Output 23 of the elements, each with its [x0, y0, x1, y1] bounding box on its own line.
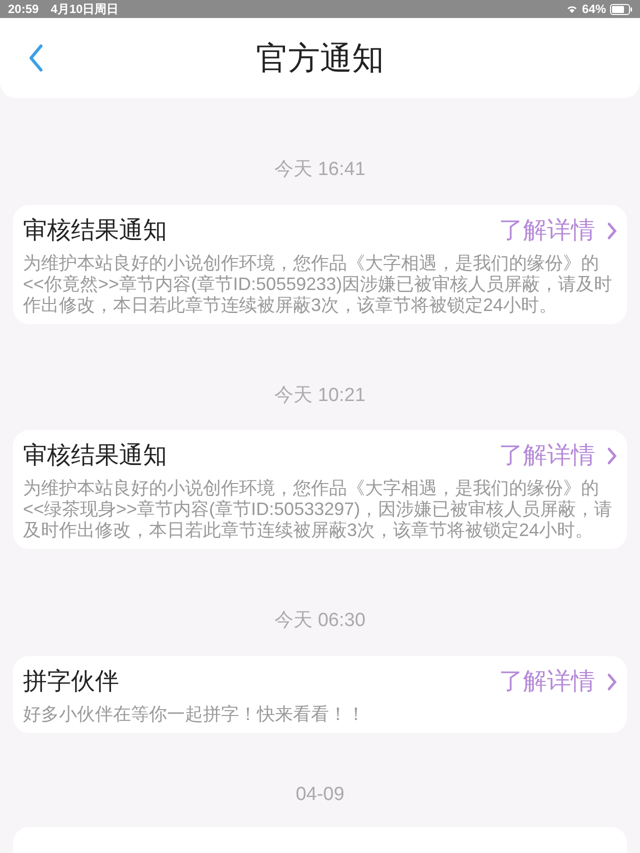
- notice-title: 审核结果通知: [23, 216, 167, 246]
- notice-title: 审核结果通知: [23, 441, 167, 471]
- notice-title: 拼字伙伴: [23, 666, 119, 696]
- details-link[interactable]: 了解详情: [499, 212, 617, 248]
- wifi-icon: [566, 4, 578, 14]
- back-icon: [28, 44, 44, 72]
- details-link[interactable]: 了解详情: [499, 438, 617, 474]
- details-link[interactable]: 了解详情: [499, 664, 617, 700]
- battery-icon: [610, 4, 632, 14]
- timestamp: 今天 10:21: [274, 384, 366, 408]
- status-time: 20:59: [8, 1, 39, 18]
- status-date: 4月10日周日: [50, 1, 119, 18]
- chevron-icon: [607, 447, 617, 465]
- chevron-icon: [607, 672, 617, 690]
- page-title: 官方通知: [256, 39, 384, 78]
- timestamp: 今天 06:30: [274, 609, 366, 633]
- chevron-icon: [607, 222, 617, 240]
- battery-level: 64%: [582, 1, 606, 18]
- notice-body: 为维护本站良好的小说创作环境，您作品《大字相遇，是我们的缘份》的<<你竟然>>章节内容(章节ID:50559233)因涉嫌已被审核人员屏蔽，请及时作出修改，本日若此章节连续被屏蔽3次，该章节将被锁定24小时。: [23, 252, 614, 316]
- timestamp: 今天 16:41: [274, 158, 366, 182]
- notice-body: 为维护本站良好的小说创作环境，您作品《大字相遇，是我们的缘份》的<<绿茶现身>>章节内容(章节ID:50533297)，因涉嫌已被审核人员屏蔽，请及时作出修改，本日若此章节连续被屏蔽3次，该章节将被锁定24小时。: [23, 478, 614, 541]
- notice-body: 好多小伙伴在等你一起拼字！快来看看！！: [23, 704, 366, 724]
- timestamp: 04-09: [296, 782, 344, 806]
